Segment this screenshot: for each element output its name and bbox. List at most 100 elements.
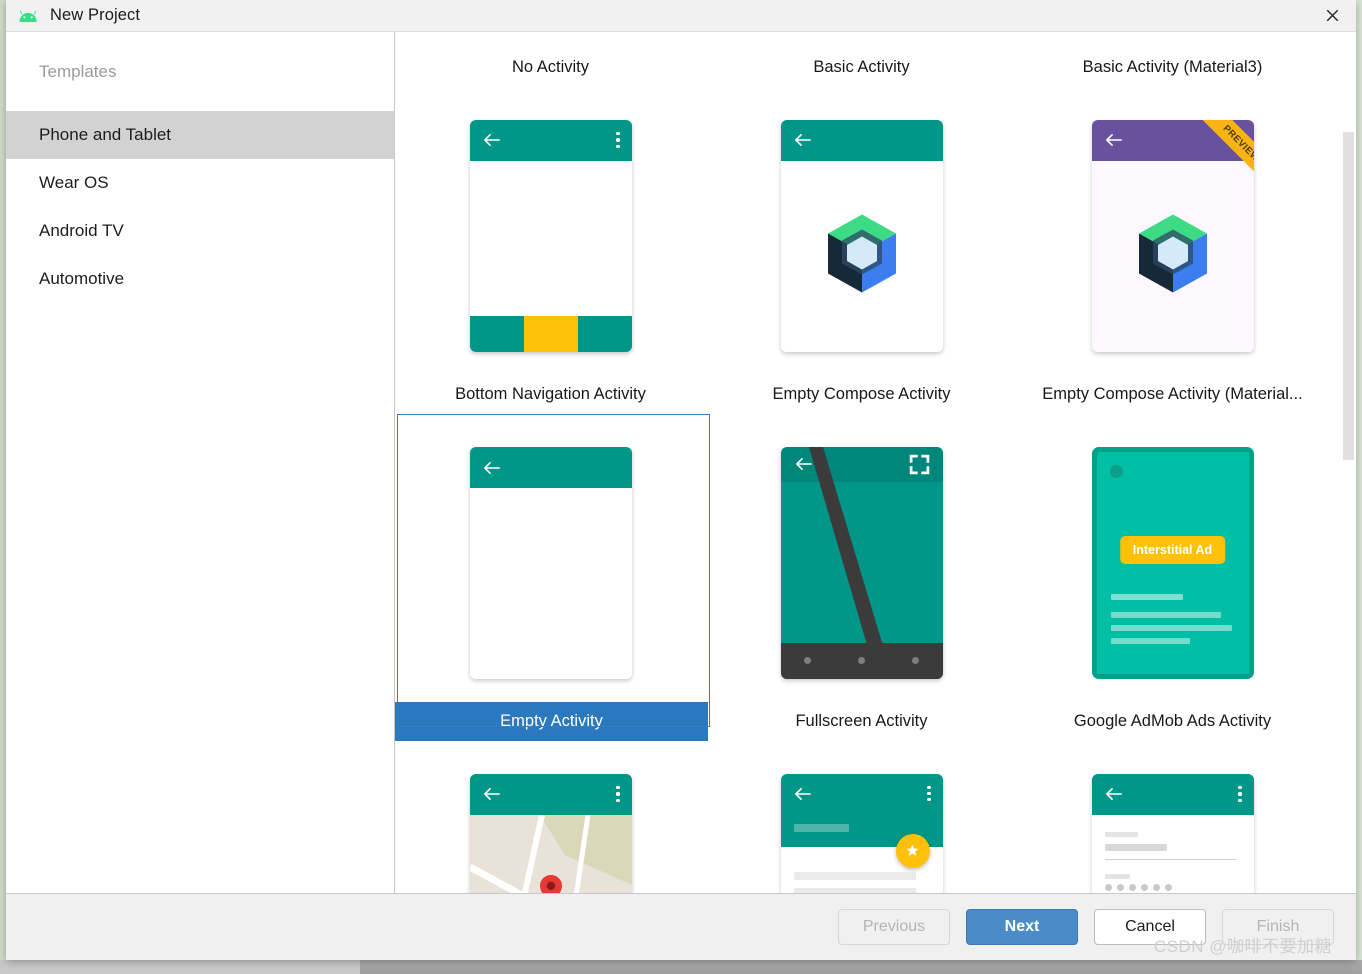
phone-content: [1091, 160, 1254, 352]
back-arrow-icon: [793, 132, 812, 148]
back-arrow-icon: [1104, 132, 1123, 148]
phone-mock-detail: [780, 773, 943, 893]
phone-mock-compose: [780, 119, 943, 352]
sidebar-item-label: Phone and Tablet: [39, 125, 172, 144]
template-thumbnail: [706, 414, 1017, 701]
map-preview: [469, 814, 632, 893]
content-line: [1110, 611, 1221, 618]
field-underline: [1104, 858, 1236, 860]
template-label: Empty Activity: [395, 702, 708, 741]
desktop-taskbar: [360, 960, 1362, 974]
template-grid: No Activity Basic Activity Basic Activit…: [395, 32, 1332, 893]
cancel-button[interactable]: Cancel: [1094, 909, 1206, 945]
title-bar: New Project: [6, 0, 1356, 32]
sidebar-item-wear-os[interactable]: Wear OS: [6, 159, 394, 207]
sidebar-item-automotive[interactable]: Automotive: [6, 255, 394, 303]
preview-ribbon: PREVIEW: [1192, 119, 1254, 182]
app-bar: [1091, 773, 1254, 815]
phone-mock-empty: [469, 447, 632, 679]
back-arrow-icon: [482, 460, 501, 476]
overflow-menu-icon: [616, 132, 620, 148]
overflow-menu-icon: [616, 786, 620, 802]
content-line: [1110, 637, 1190, 644]
app-bar: [780, 119, 943, 161]
previous-button[interactable]: Previous: [838, 909, 950, 945]
phone-mock-admob: Interstitial Ad: [1091, 446, 1254, 679]
template-gallery: No Activity Basic Activity Basic Activit…: [395, 32, 1356, 893]
template-card-fullscreen-activity[interactable]: Fullscreen Activity: [706, 414, 1017, 741]
new-project-dialog: New Project Templates Phone and Tablet W…: [6, 0, 1356, 960]
template-scrollbar-thumb[interactable]: [1343, 132, 1354, 460]
field-label: [1104, 873, 1130, 879]
template-thumbnail: [706, 32, 1017, 47]
template-scrollbar-track[interactable]: [1341, 32, 1356, 893]
template-thumbnail: [395, 741, 706, 893]
template-label: No Activity: [511, 57, 590, 76]
content-line: [793, 871, 916, 880]
template-label: Empty Compose Activity (Material...: [1042, 384, 1303, 403]
bottom-navigation-bar: [469, 315, 632, 352]
floating-action-button-star-icon: [895, 833, 930, 868]
nav-item: [469, 315, 524, 352]
template-card-primary-detail-flow[interactable]: [706, 741, 1017, 893]
app-bar: [469, 447, 632, 488]
field-label: [1104, 831, 1138, 837]
jetpack-compose-logo-icon: [824, 213, 900, 300]
system-nav-bar: [780, 642, 943, 679]
phone-mock-fullscreen: [780, 446, 943, 679]
field-value: [1104, 843, 1167, 851]
preview-ribbon-label: PREVIEW: [1200, 119, 1254, 182]
template-label: Fullscreen Activity: [795, 711, 928, 730]
phone-mock-bottom-nav: [469, 119, 632, 352]
template-card-empty-activity[interactable]: Empty Activity: [395, 414, 710, 741]
nav-item: [577, 315, 632, 352]
overflow-menu-icon: [1238, 786, 1242, 802]
template-thumbnail: PREVIEW: [1017, 87, 1328, 374]
finish-button[interactable]: Finish: [1222, 909, 1334, 945]
back-arrow-icon: [482, 786, 501, 802]
app-bar: [469, 773, 632, 815]
title-placeholder: [793, 823, 849, 832]
template-label: Basic Activity: [813, 57, 910, 76]
map-pin-icon: [539, 874, 562, 893]
phone-content: [780, 160, 943, 352]
content-line: [1110, 624, 1232, 631]
phone-mock-login: [1091, 773, 1254, 893]
phone-mock-compose-m3: PREVIEW: [1091, 119, 1254, 352]
sidebar-header: Templates: [39, 61, 117, 81]
sidebar-item-label: Android TV: [39, 221, 124, 240]
back-arrow-icon: [1104, 786, 1123, 802]
template-card-empty-compose-activity-material3[interactable]: PREVIEW Empty Compose Activity (Material…: [1017, 87, 1328, 414]
template-label: Google AdMob Ads Activity: [1073, 711, 1272, 730]
template-card-google-maps-activity[interactable]: [395, 741, 706, 893]
jetpack-compose-logo-icon: [1135, 213, 1211, 300]
template-card-empty-compose-activity[interactable]: Empty Compose Activity: [706, 87, 1017, 414]
template-label: Basic Activity (Material3): [1082, 57, 1263, 76]
template-card-hidden-1[interactable]: No Activity: [395, 32, 706, 87]
app-bar: [469, 119, 632, 161]
phone-content: [469, 488, 632, 679]
template-thumbnail: [1017, 32, 1328, 47]
template-thumbnail: [706, 741, 1017, 893]
template-thumbnail: [395, 87, 706, 374]
camera-dot-icon: [1109, 464, 1123, 478]
template-thumbnail: [395, 414, 706, 702]
overflow-menu-icon: [927, 785, 931, 802]
template-thumbnail: Interstitial Ad: [1017, 414, 1328, 701]
template-card-google-admob-ads-activity[interactable]: Interstitial Ad Google AdMob Ads Activit…: [1017, 414, 1328, 741]
template-card-login-activity[interactable]: [1017, 741, 1328, 893]
sidebar-item-label: Wear OS: [39, 173, 109, 192]
template-thumbnail: [1017, 741, 1328, 893]
template-card-bottom-navigation-activity[interactable]: Bottom Navigation Activity: [395, 87, 706, 414]
template-card-hidden-2[interactable]: Basic Activity: [706, 32, 1017, 87]
android-icon: [18, 8, 40, 24]
category-sidebar: Templates Phone and Tablet Wear OS Andro…: [6, 32, 395, 893]
next-button[interactable]: Next: [966, 909, 1078, 945]
sidebar-item-android-tv[interactable]: Android TV: [6, 207, 394, 255]
window-title: New Project: [50, 6, 141, 24]
close-icon[interactable]: [1309, 0, 1356, 31]
nav-item-active: [523, 315, 578, 352]
sidebar-item-phone-and-tablet[interactable]: Phone and Tablet: [6, 111, 394, 159]
template-thumbnail: [706, 87, 1017, 374]
template-card-hidden-3[interactable]: Basic Activity (Material3): [1017, 32, 1328, 87]
